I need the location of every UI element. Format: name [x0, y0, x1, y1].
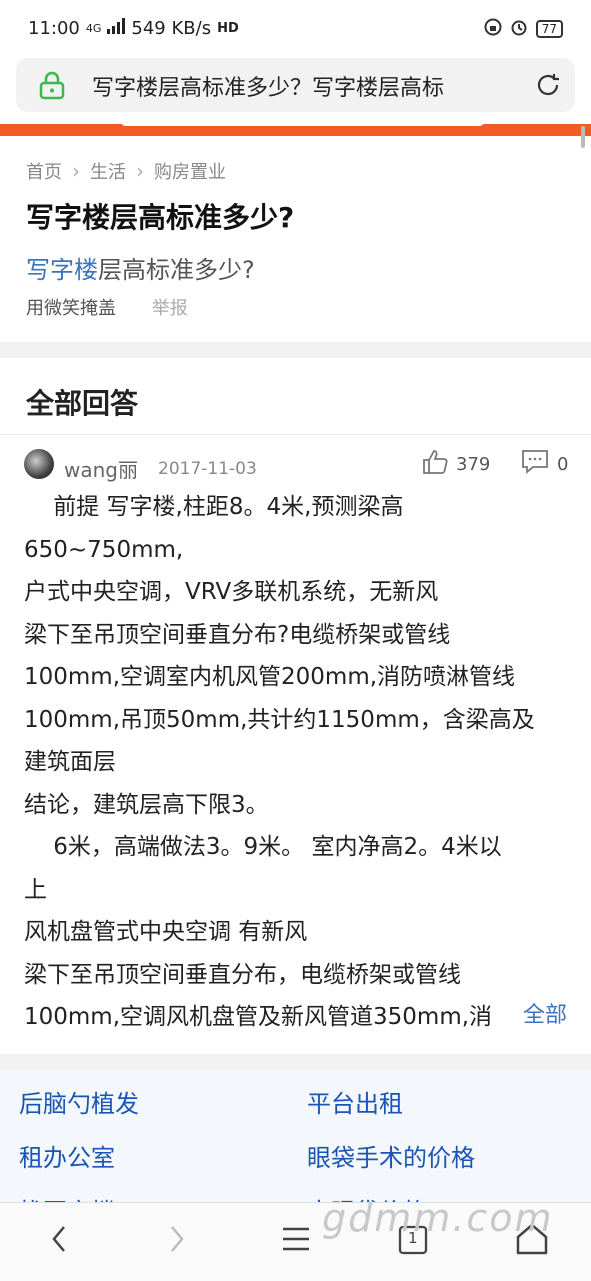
question-subtitle: 写字楼层高标准多少?	[26, 250, 255, 285]
scrollbar[interactable]	[581, 126, 585, 148]
expand-all-link[interactable]: 全部	[523, 997, 568, 1029]
asker-name[interactable]: 用微笑掩盖	[26, 298, 116, 319]
status-bar: 11:00 4G 549 KB/s HD 77	[0, 0, 591, 58]
back-icon[interactable]	[46, 1219, 74, 1263]
network-label: 4G	[85, 22, 102, 35]
keyword-link[interactable]: 写字楼	[26, 256, 98, 284]
answer-line: 户式中央空调，VRV多联机系统，无新风	[24, 579, 439, 605]
related-searches: 后脑勺植发 平台出租 租办公室 眼袋手术的价格 找写字楼 大眼袋价格	[0, 1070, 591, 1210]
comment-count: 0	[557, 454, 569, 475]
chevron-right-icon: ›	[136, 159, 144, 183]
answers-heading: 全部回答	[26, 387, 139, 420]
signal-icon	[107, 18, 126, 39]
answer-line: 6米，高端做法3。9米。 室内净高2。4米以	[24, 834, 502, 860]
report-link[interactable]: 举报	[152, 298, 188, 319]
breadcrumb-home[interactable]: 首页	[26, 158, 62, 184]
breadcrumb: 首页 › 生活 › 购房置业	[26, 158, 226, 184]
reload-icon[interactable]	[533, 70, 563, 104]
answer-line: 建筑面层	[24, 749, 116, 775]
address-bar[interactable]: 写字楼层高标准多少？写字楼层高标	[16, 58, 575, 112]
question-title: 写字楼层高标准多少?	[26, 201, 295, 234]
answer-line: 梁下至吊顶空间垂直分布?电缆桥架或管线	[24, 621, 451, 648]
question-meta: 用微笑掩盖 举报	[26, 294, 188, 320]
lock-icon	[38, 70, 66, 104]
menu-icon[interactable]	[280, 1219, 312, 1263]
thumbs-up-icon	[422, 449, 450, 480]
related-link[interactable]: 租办公室	[19, 1138, 115, 1173]
related-link[interactable]: 眼袋手术的价格	[307, 1138, 475, 1173]
answer-line: 100mm,空调室内机风管200mm,消防喷淋管线	[24, 664, 516, 690]
section-divider	[0, 342, 591, 358]
forward-icon[interactable]	[162, 1219, 190, 1263]
answer-line: 梁下至吊顶空间垂直分布，电缆桥架或管线	[24, 961, 461, 988]
breadcrumb-realestate[interactable]: 购房置业	[154, 158, 226, 184]
battery-indicator: 77	[535, 20, 563, 38]
like-count: 379	[456, 454, 491, 475]
status-right: 77	[484, 18, 563, 40]
site-header-tab	[120, 116, 485, 126]
related-link[interactable]: 平台出租	[307, 1084, 403, 1119]
like-button[interactable]: 379	[422, 449, 490, 480]
answer-line: 前提 写字楼,柱距8。4米,预测梁高	[24, 494, 404, 520]
answer-line: 结论，建筑层高下限3。	[24, 791, 269, 818]
section-divider	[0, 1054, 591, 1070]
lock-rotation-icon	[484, 18, 502, 40]
alarm-icon	[510, 18, 528, 40]
divider-line	[0, 434, 591, 435]
hd-icon: HD	[217, 21, 239, 36]
comment-icon	[521, 449, 549, 480]
avatar[interactable]	[24, 449, 54, 479]
status-time: 11:00	[28, 18, 80, 39]
watermark: gdmm.com	[322, 1196, 554, 1240]
answer-line: 650~750mm,	[24, 536, 184, 563]
answer-line: 风机盘管式中央空调 有新风	[24, 919, 308, 945]
answer-line: 上	[24, 876, 47, 903]
answer-line: 100mm,吊顶50mm,共计约1150mm，含梁高及	[24, 706, 535, 733]
breadcrumb-life[interactable]: 生活	[90, 158, 126, 184]
network-speed: 549 KB/s	[131, 18, 212, 39]
status-left: 11:00 4G 549 KB/s HD	[28, 18, 239, 39]
answer-line: 100mm,空调风机盘管及新风管道350mm,消	[24, 1004, 493, 1030]
answer-date: 2017-11-03	[158, 459, 257, 479]
answer-text: 前提 写字楼,柱距8。4米,预测梁高 650~750mm, 户式中央空调，VRV…	[24, 486, 574, 1039]
answer-author[interactable]: wang丽	[64, 454, 138, 483]
subtitle-text: 层高标准多少?	[98, 256, 255, 284]
url-text[interactable]: 写字楼层高标准多少？写字楼层高标	[92, 70, 512, 102]
comment-button[interactable]: 0	[521, 449, 568, 480]
related-link[interactable]: 后脑勺植发	[19, 1084, 139, 1119]
chevron-right-icon: ›	[72, 159, 80, 183]
